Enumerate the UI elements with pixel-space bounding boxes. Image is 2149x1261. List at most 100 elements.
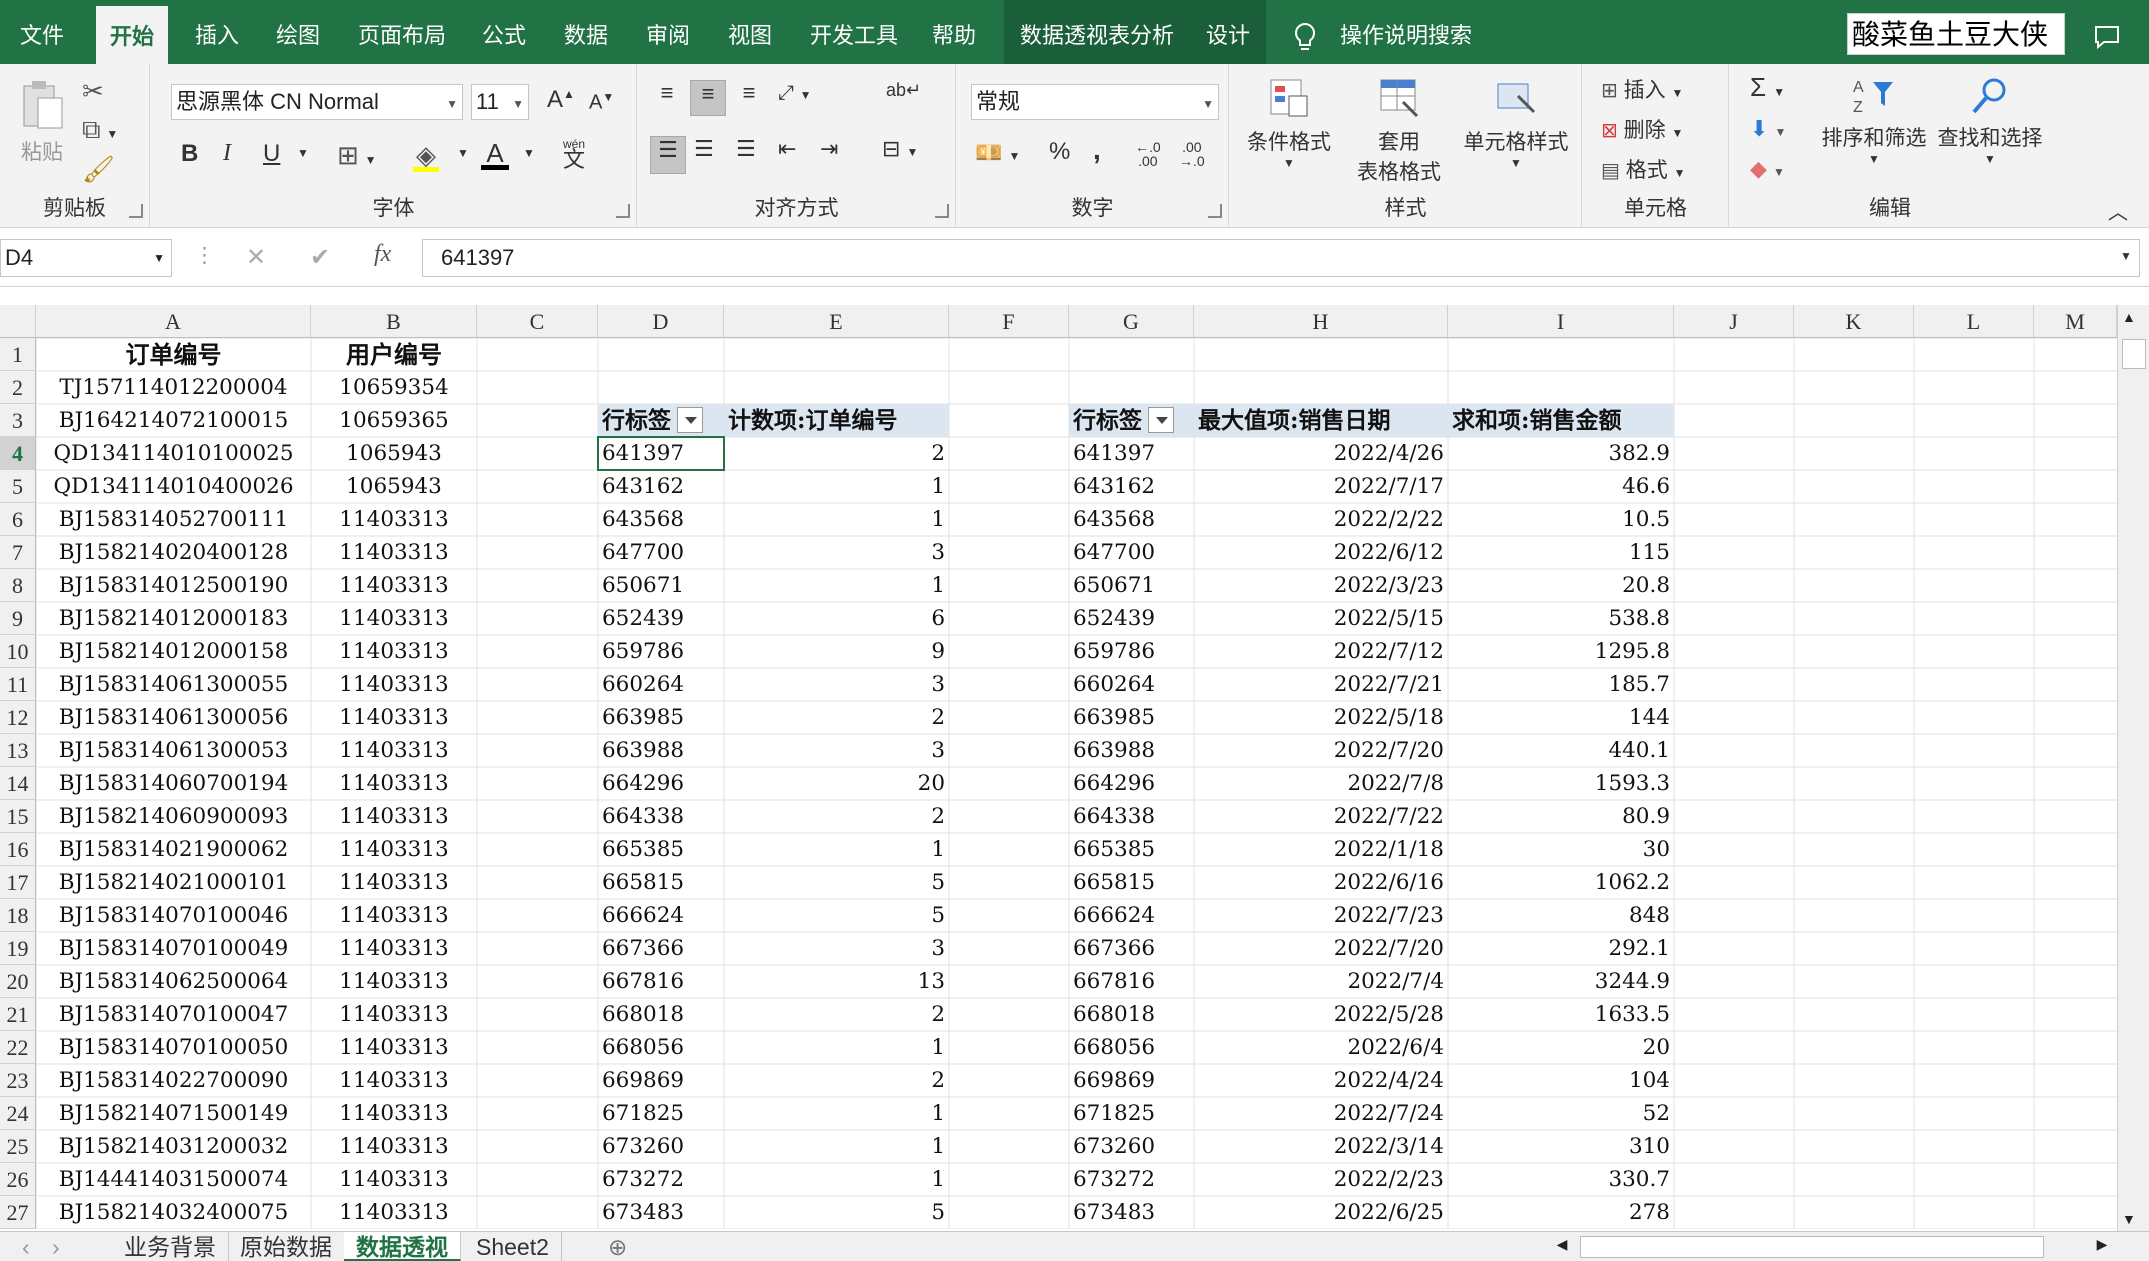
pivot2-date-cell[interactable]: 2022/6/25 bbox=[1194, 1196, 1448, 1229]
pivot2-row-label[interactable]: 行标签 bbox=[1069, 404, 1194, 437]
pivot1-row-cell[interactable]: 671825 bbox=[598, 1097, 724, 1130]
pivot1-count-cell[interactable]: 5 bbox=[724, 866, 949, 899]
order-id-cell[interactable]: BJ158314070100047 bbox=[36, 998, 311, 1031]
expand-formula-icon[interactable]: ▼ bbox=[2120, 249, 2132, 263]
column-header[interactable]: D bbox=[598, 305, 724, 338]
pivot2-sum-cell[interactable]: 1062.2 bbox=[1448, 866, 1674, 899]
pivot2-date-cell[interactable]: 2022/4/24 bbox=[1194, 1064, 1448, 1097]
row-header[interactable]: 7 bbox=[0, 536, 36, 569]
tab-page-layout[interactable]: 页面布局 bbox=[358, 0, 446, 64]
add-sheet-icon[interactable]: ⊕ bbox=[596, 1232, 639, 1261]
pivot2-row-cell[interactable]: 667366 bbox=[1069, 932, 1194, 965]
font-launcher-icon[interactable] bbox=[616, 204, 630, 218]
pivot2-date-cell[interactable]: 2022/7/22 bbox=[1194, 800, 1448, 833]
format-cells-button[interactable]: ▤ 格式 ▼ bbox=[1601, 154, 1685, 184]
order-id-cell[interactable]: BJ158314061300053 bbox=[36, 734, 311, 767]
align-top-icon[interactable]: ≡ bbox=[650, 80, 684, 116]
delete-cells-button[interactable]: ⊠ 删除 ▼ bbox=[1601, 114, 1683, 144]
row-header[interactable]: 19 bbox=[0, 932, 36, 965]
tab-help[interactable]: 帮助 bbox=[932, 0, 976, 64]
sheet-tab-pivot[interactable]: 数据透视 bbox=[344, 1232, 461, 1261]
row-header[interactable]: 26 bbox=[0, 1163, 36, 1196]
pivot2-sum-cell[interactable]: 310 bbox=[1448, 1130, 1674, 1163]
pivot2-date-cell[interactable]: 2022/3/14 bbox=[1194, 1130, 1448, 1163]
pivot1-count-cell[interactable]: 1 bbox=[724, 1031, 949, 1064]
select-all-corner[interactable] bbox=[0, 305, 36, 338]
order-id-cell[interactable]: BJ158214020400128 bbox=[36, 536, 311, 569]
pivot1-count-cell[interactable]: 2 bbox=[724, 998, 949, 1031]
row-header[interactable]: 21 bbox=[0, 998, 36, 1031]
filter-dropdown-icon[interactable] bbox=[677, 407, 703, 433]
pivot2-date-cell[interactable]: 2022/5/18 bbox=[1194, 701, 1448, 734]
pivot1-count-cell[interactable]: 1 bbox=[724, 833, 949, 866]
fill-dropdown-icon[interactable]: ▼ bbox=[457, 146, 469, 160]
order-id-cell[interactable]: BJ158314052700111 bbox=[36, 503, 311, 536]
pivot1-row-cell[interactable]: 666624 bbox=[598, 899, 724, 932]
pivot1-count-cell[interactable]: 6 bbox=[724, 602, 949, 635]
user-id-cell[interactable]: 11403313 bbox=[311, 833, 477, 866]
pivot1-count-cell[interactable]: 2 bbox=[724, 437, 949, 470]
pivot1-row-cell[interactable]: 663988 bbox=[598, 734, 724, 767]
pivot1-count-cell[interactable]: 5 bbox=[724, 899, 949, 932]
pivot2-row-cell[interactable]: 643568 bbox=[1069, 503, 1194, 536]
clipboard-launcher-icon[interactable] bbox=[129, 204, 143, 218]
user-id-cell[interactable]: 11403313 bbox=[311, 536, 477, 569]
user-id-cell[interactable]: 11403313 bbox=[311, 1163, 477, 1196]
decrease-indent-icon[interactable]: ⇤ bbox=[778, 136, 796, 162]
search-hint[interactable]: 操作说明搜索 bbox=[1340, 0, 1472, 64]
user-id-cell[interactable]: 10659354 bbox=[311, 371, 477, 404]
column-header[interactable]: G bbox=[1069, 305, 1194, 338]
column-header[interactable]: L bbox=[1914, 305, 2034, 338]
phonetic-icon[interactable]: wén 文 bbox=[563, 136, 585, 171]
pivot2-row-cell[interactable]: 669869 bbox=[1069, 1064, 1194, 1097]
tab-file[interactable]: 文件 bbox=[20, 0, 64, 64]
pivot1-row-cell[interactable]: 664338 bbox=[598, 800, 724, 833]
pivot2-date-cell[interactable]: 2022/3/23 bbox=[1194, 569, 1448, 602]
format-painter-icon[interactable]: 🖌 bbox=[82, 154, 115, 185]
pivot2-date-cell[interactable]: 2022/7/21 bbox=[1194, 668, 1448, 701]
user-id-cell[interactable]: 11403313 bbox=[311, 866, 477, 899]
pivot1-count-cell[interactable]: 2 bbox=[724, 800, 949, 833]
clear-icon[interactable]: ◆ ▼ bbox=[1750, 156, 1785, 182]
pivot1-row-cell[interactable]: 664296 bbox=[598, 767, 724, 800]
tab-review[interactable]: 审阅 bbox=[646, 0, 690, 64]
column-header[interactable]: H bbox=[1194, 305, 1448, 338]
align-bottom-icon[interactable]: ≡ bbox=[732, 80, 766, 116]
autosum-icon[interactable]: Σ ▼ bbox=[1750, 72, 1785, 103]
order-id-cell[interactable]: BJ158214021000101 bbox=[36, 866, 311, 899]
tab-data[interactable]: 数据 bbox=[564, 0, 608, 64]
pivot2-sum-cell[interactable]: 144 bbox=[1448, 701, 1674, 734]
pivot1-row-cell[interactable]: 667366 bbox=[598, 932, 724, 965]
order-id-cell[interactable]: BJ158314022700090 bbox=[36, 1064, 311, 1097]
row-header[interactable]: 15 bbox=[0, 800, 36, 833]
row-header[interactable]: 10 bbox=[0, 635, 36, 668]
pivot2-date-cell[interactable]: 2022/4/26 bbox=[1194, 437, 1448, 470]
pivot1-row-cell[interactable]: 673483 bbox=[598, 1196, 724, 1229]
user-id-cell[interactable]: 11403313 bbox=[311, 602, 477, 635]
header-user-id[interactable]: 用户编号 bbox=[311, 338, 477, 371]
user-id-cell[interactable]: 11403313 bbox=[311, 932, 477, 965]
tab-view[interactable]: 视图 bbox=[728, 0, 772, 64]
pivot2-date-cell[interactable]: 2022/1/18 bbox=[1194, 833, 1448, 866]
percent-button[interactable]: % bbox=[1049, 138, 1070, 166]
order-id-cell[interactable]: BJ144414031500074 bbox=[36, 1163, 311, 1196]
pivot2-sum-cell[interactable]: 115 bbox=[1448, 536, 1674, 569]
column-header[interactable]: C bbox=[477, 305, 598, 338]
tab-insert[interactable]: 插入 bbox=[195, 0, 239, 64]
sheet-tab-background[interactable]: 业务背景 bbox=[112, 1232, 229, 1261]
order-id-cell[interactable]: BJ158214012000158 bbox=[36, 635, 311, 668]
bold-button[interactable]: B bbox=[181, 140, 198, 168]
font-color-dropdown-icon[interactable]: ▼ bbox=[523, 146, 535, 160]
pivot2-sum-cell[interactable]: 80.9 bbox=[1448, 800, 1674, 833]
pivot2-date-cell[interactable]: 2022/7/8 bbox=[1194, 767, 1448, 800]
user-id-cell[interactable]: 11403313 bbox=[311, 569, 477, 602]
pivot2-row-cell[interactable]: 673483 bbox=[1069, 1196, 1194, 1229]
pivot2-date-cell[interactable]: 2022/7/4 bbox=[1194, 965, 1448, 998]
pivot2-date-cell[interactable]: 2022/7/23 bbox=[1194, 899, 1448, 932]
pivot2-date-cell[interactable]: 2022/5/15 bbox=[1194, 602, 1448, 635]
tab-draw[interactable]: 绘图 bbox=[276, 0, 320, 64]
tab-pivot-analyze[interactable]: 数据透视表分析 bbox=[1004, 0, 1191, 64]
name-box[interactable]: D4 ▼ bbox=[0, 239, 172, 277]
order-id-cell[interactable]: BJ158314060700194 bbox=[36, 767, 311, 800]
align-left-icon[interactable]: ☰ bbox=[650, 136, 686, 174]
